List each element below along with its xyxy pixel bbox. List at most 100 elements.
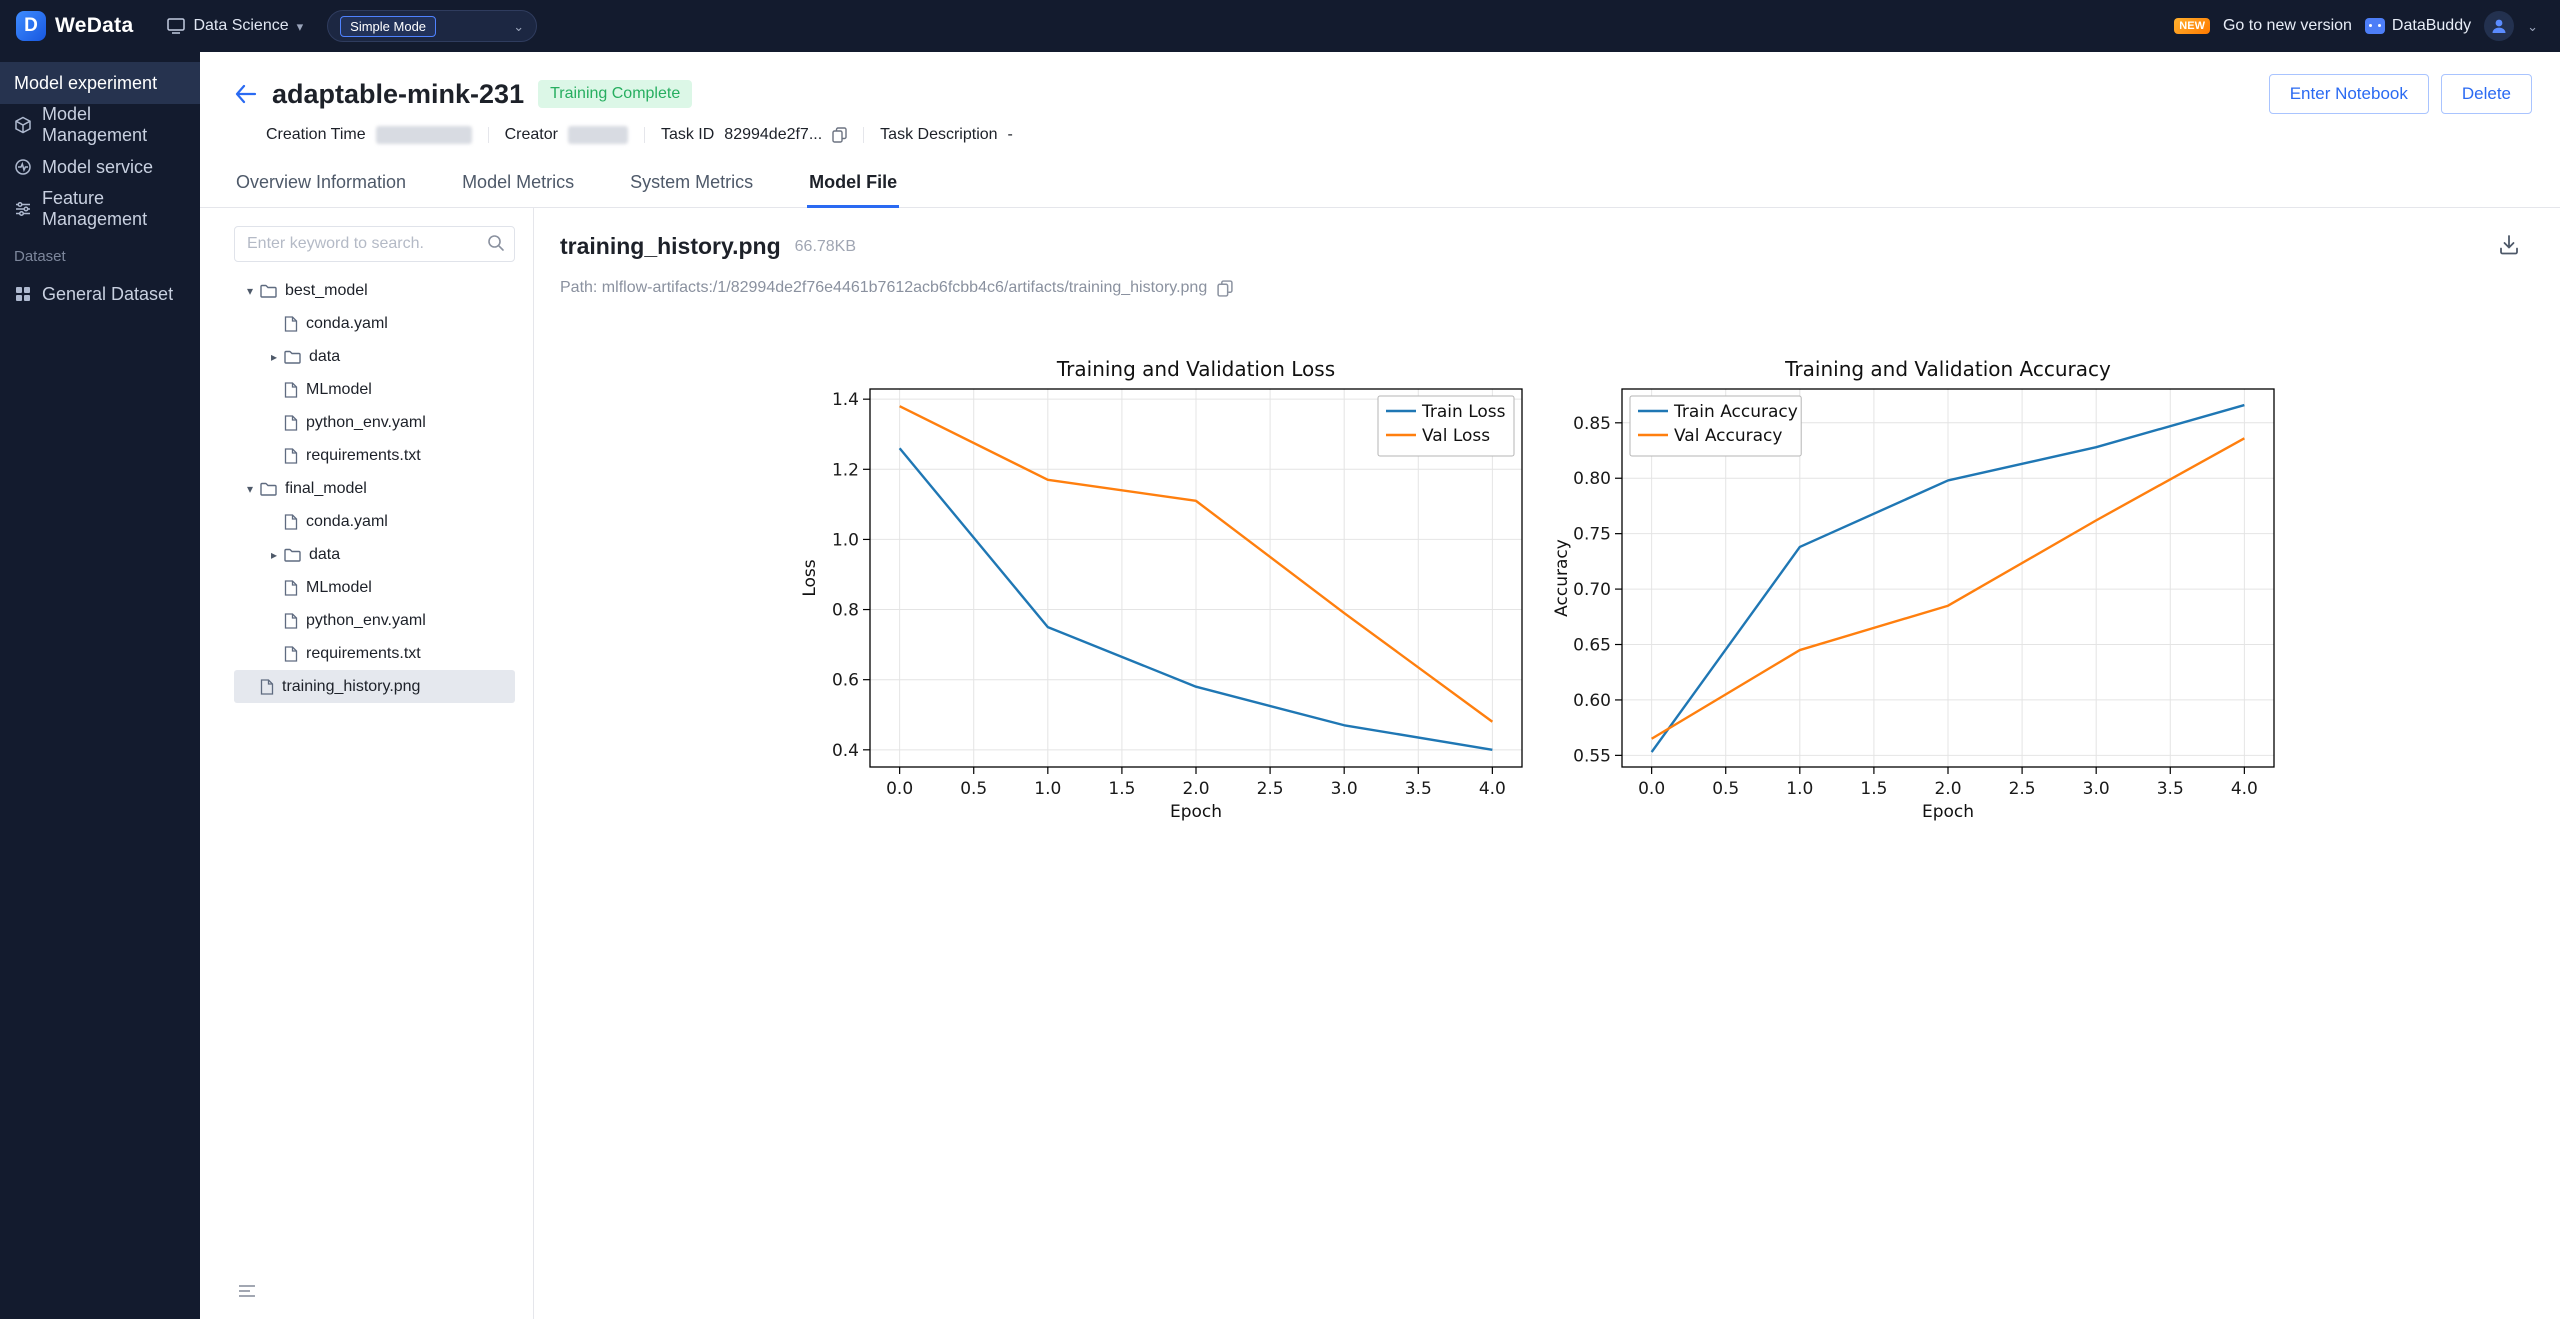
folder-icon [284, 350, 301, 364]
caret-down-icon[interactable]: ▾ [240, 482, 260, 496]
tree-item-label: conda.yaml [306, 314, 388, 332]
tab-system-metrics[interactable]: System Metrics [628, 164, 755, 207]
file-path: Path: mlflow-artifacts:/1/82994de2f76e44… [560, 279, 1208, 296]
model-service-icon [15, 159, 31, 175]
tree-item-final-model[interactable]: ▾ final_model [234, 472, 515, 505]
copy-path-icon[interactable] [1217, 279, 1233, 297]
svg-text:1.2: 1.2 [832, 460, 859, 480]
sidebar-item-label: Model service [42, 156, 154, 177]
databuddy-icon [2364, 18, 2385, 34]
delete-button[interactable]: Delete [2440, 74, 2532, 114]
svg-text:1.4: 1.4 [832, 390, 859, 410]
svg-text:0.80: 0.80 [1573, 469, 1611, 489]
tree-item-python-env-yaml[interactable]: python_env.yaml [234, 406, 515, 439]
svg-text:Loss: Loss [800, 559, 820, 596]
tree-item-data[interactable]: ▸ data [234, 340, 515, 373]
meta-divider [643, 127, 645, 143]
page-title: adaptable-mink-231 [272, 78, 525, 109]
tab-model-file[interactable]: Model File [807, 164, 900, 208]
search-input[interactable] [234, 226, 515, 262]
copy-icon[interactable] [832, 127, 847, 143]
file-panel: ▾ best_model conda.yaml ▸ data MLmodel python_… [234, 208, 534, 1319]
workspace-icon [167, 18, 186, 34]
file-size: 66.78KB [794, 237, 857, 255]
tree-item-requirements-txt[interactable]: requirements.txt [234, 637, 515, 670]
svg-text:2.0: 2.0 [1934, 779, 1961, 799]
general-dataset-icon [16, 287, 30, 301]
mode-select[interactable]: Simple Mode ⌄ [327, 10, 538, 42]
creator-meta: Creator [505, 126, 628, 144]
search-icon[interactable] [487, 234, 505, 257]
download-icon [2500, 235, 2518, 255]
tree-item-best-model[interactable]: ▾ best_model [234, 274, 515, 307]
sidebar-item-feature-management[interactable]: Feature Management [0, 188, 200, 230]
svg-text:0.55: 0.55 [1573, 746, 1611, 766]
meta-divider [863, 127, 865, 143]
back-button[interactable] [234, 83, 258, 105]
svg-text:Training and Validation Loss: Training and Validation Loss [1056, 357, 1335, 381]
tree-item-label: training_history.png [282, 677, 421, 695]
tree-item-conda-yaml[interactable]: conda.yaml [234, 505, 515, 538]
workspace-label: Data Science [193, 17, 289, 34]
search-box [234, 226, 515, 262]
folder-icon [284, 548, 301, 562]
tab-overview-information[interactable]: Overview Information [234, 164, 408, 207]
tree-item-conda-yaml[interactable]: conda.yaml [234, 307, 515, 340]
tree-item-requirements-txt[interactable]: requirements.txt [234, 439, 515, 472]
avatar[interactable] [2484, 11, 2515, 41]
databuddy-button[interactable]: DataBuddy [2364, 17, 2471, 35]
sidebar-item-model-experiment[interactable]: Model experiment [0, 62, 200, 104]
workspace-switcher[interactable]: Data Science ▾ [153, 17, 317, 35]
collapse-panel-button[interactable] [234, 1280, 260, 1305]
main-area: adaptable-mink-231 Training Complete Ent… [200, 52, 2560, 1319]
file-icon [284, 447, 298, 464]
tree-item-label: python_env.yaml [306, 611, 426, 629]
sidebar-section-dataset: Dataset [14, 248, 66, 265]
svg-text:Epoch: Epoch [1922, 802, 1974, 822]
caret-down-icon[interactable]: ▾ [240, 284, 260, 298]
sidebar-item-model-management[interactable]: Model Management [0, 104, 200, 146]
task-id-meta: Task ID 82994de2f7... [661, 126, 847, 144]
tree-item-python-env-yaml[interactable]: python_env.yaml [234, 604, 515, 637]
file-icon [260, 678, 274, 695]
wedata-logo-icon: D [16, 11, 46, 41]
page-header: adaptable-mink-231 Training Complete Ent… [200, 52, 2560, 144]
svg-text:0.70: 0.70 [1573, 580, 1611, 600]
go-new-version-link[interactable]: Go to new version [2223, 17, 2352, 35]
file-icon [284, 381, 298, 398]
tree-item-label: final_model [285, 479, 367, 497]
svg-text:0.65: 0.65 [1573, 636, 1611, 656]
tree-item-training-history-png[interactable]: training_history.png [234, 670, 515, 703]
tree-item-mlmodel[interactable]: MLmodel [234, 571, 515, 604]
sidebar-item-general-dataset[interactable]: General Dataset [0, 273, 200, 315]
tree-item-label: conda.yaml [306, 512, 388, 530]
caret-right-icon[interactable]: ▸ [264, 548, 284, 562]
tab-model-metrics[interactable]: Model Metrics [460, 164, 576, 207]
folder-icon [260, 284, 277, 298]
enter-notebook-button[interactable]: Enter Notebook [2268, 74, 2429, 114]
svg-text:0.0: 0.0 [886, 779, 913, 799]
meta-row: Creation Time Creator Task ID 82994de2f7… [266, 126, 2532, 144]
tab-bar: Overview Information Model Metrics Syste… [200, 164, 2560, 208]
svg-text:1.5: 1.5 [1860, 779, 1887, 799]
chevron-down-icon[interactable]: ⌄ [2527, 20, 2538, 33]
task-description-meta: Task Description - [880, 126, 1013, 144]
tree-item-data[interactable]: ▸ data [234, 538, 515, 571]
tree-item-label: best_model [285, 281, 368, 299]
loss-chart: 0.0 0.5 1.0 1.5 2.0 2.5 3.0 3.5 4.0 0.4 0.6 0.8 1.0 1… [796, 353, 1536, 831]
file-icon [284, 612, 298, 629]
tree-item-label: requirements.txt [306, 644, 421, 662]
download-button[interactable] [2494, 230, 2524, 263]
svg-text:3.5: 3.5 [2157, 779, 2184, 799]
caret-right-icon[interactable]: ▸ [264, 350, 284, 364]
svg-text:0.4: 0.4 [832, 741, 859, 761]
creation-time-value-redacted [375, 126, 472, 144]
sidebar-item-model-service[interactable]: Model service [0, 146, 200, 188]
mode-badge: Simple Mode [340, 15, 437, 37]
accuracy-chart: 0.0 0.5 1.0 1.5 2.0 2.5 3.0 3.5 4.0 0.55 0.60 0.65 0… [1548, 353, 2288, 831]
task-description-label: Task Description [880, 126, 998, 143]
svg-text:1.0: 1.0 [832, 530, 859, 550]
brand-name: WeData [55, 14, 134, 37]
tree-item-mlmodel[interactable]: MLmodel [234, 373, 515, 406]
topbar-right: NEW Go to new version DataBuddy ⌄ [2174, 11, 2560, 41]
